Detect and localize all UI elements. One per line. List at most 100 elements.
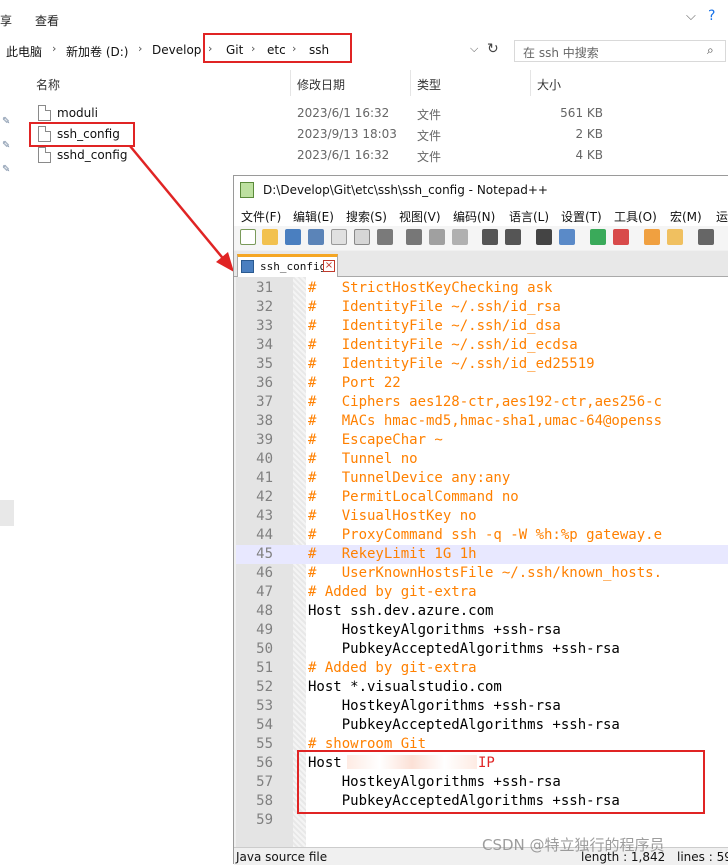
menu-search[interactable]: 搜索(S) bbox=[346, 208, 387, 225]
code-line[interactable]: 41 # TunnelDevice any:any bbox=[236, 469, 728, 488]
code-line[interactable]: 46 # UserKnownHostsFile ~/.ssh/known_host… bbox=[236, 564, 728, 583]
close-all-icon[interactable] bbox=[354, 229, 370, 245]
watermark: CSDN @特立独行的程序员 bbox=[482, 836, 665, 854]
paste-icon[interactable] bbox=[452, 229, 468, 245]
line-number: 40 bbox=[256, 451, 273, 467]
line-number: 53 bbox=[256, 698, 273, 714]
zoom-in-icon[interactable] bbox=[590, 229, 606, 245]
menu-file[interactable]: 文件(F) bbox=[241, 208, 281, 225]
tab-label: ssh_config bbox=[260, 260, 327, 273]
code-line[interactable]: 35 # IdentityFile ~/.ssh/id_ed25519 bbox=[236, 355, 728, 374]
code-line[interactable]: 36 # Port 22 bbox=[236, 374, 728, 393]
line-number: 49 bbox=[256, 622, 273, 638]
line-text: # MACs hmac-md5,hmac-sha1,umac-64@openss bbox=[308, 413, 663, 429]
code-line[interactable]: 33 # IdentityFile ~/.ssh/id_dsa bbox=[236, 317, 728, 336]
line-number: 42 bbox=[256, 489, 273, 505]
menu-tools[interactable]: 工具(O) bbox=[614, 208, 657, 225]
code-line[interactable]: 52 Host *.visualstudio.com bbox=[236, 678, 728, 697]
menu-bar: 文件(F) 编辑(E) 搜索(S) 视图(V) 编码(N) 语言(L) 设置(T… bbox=[234, 204, 728, 226]
line-text: # PermitLocalCommand no bbox=[308, 489, 519, 505]
zoom-out-icon[interactable] bbox=[613, 229, 629, 245]
code-line[interactable]: 38 # MACs hmac-md5,hmac-sha1,umac-64@open… bbox=[236, 412, 728, 431]
line-number: 32 bbox=[256, 299, 273, 315]
code-line[interactable]: 53 HostkeyAlgorithms +ssh-rsa bbox=[236, 697, 728, 716]
code-line[interactable]: 40 # Tunnel no bbox=[236, 450, 728, 469]
code-line[interactable]: 50 PubkeyAcceptedAlgorithms +ssh-rsa bbox=[236, 640, 728, 659]
line-number: 59 bbox=[256, 812, 273, 828]
code-line[interactable]: 45 # RekeyLimit 1G 1h bbox=[236, 545, 728, 564]
line-number: 44 bbox=[256, 527, 273, 543]
line-text: # Port 22 bbox=[308, 375, 401, 391]
window-title: D:\Develop\Git\etc\ssh\ssh_config - Note… bbox=[263, 183, 548, 197]
line-number: 55 bbox=[256, 736, 273, 752]
code-line[interactable]: 49 HostkeyAlgorithms +ssh-rsa bbox=[236, 621, 728, 640]
line-text: # Added by git-extra bbox=[308, 584, 477, 600]
copy-icon[interactable] bbox=[429, 229, 445, 245]
line-text: # UserKnownHostsFile ~/.ssh/known_hosts. bbox=[308, 565, 663, 581]
new-file-icon[interactable] bbox=[240, 229, 256, 245]
line-text: # Added by git-extra bbox=[308, 660, 477, 676]
code-line[interactable]: 51 # Added by git-extra bbox=[236, 659, 728, 678]
menu-language[interactable]: 语言(L) bbox=[509, 208, 549, 225]
line-number: 43 bbox=[256, 508, 273, 524]
sync-horizontal-icon[interactable] bbox=[667, 229, 683, 245]
save-icon[interactable] bbox=[285, 229, 301, 245]
code-line[interactable]: 44 # ProxyCommand ssh -q -W %h:%p gateway… bbox=[236, 526, 728, 545]
line-text: # IdentityFile ~/.ssh/id_ecdsa bbox=[308, 337, 578, 353]
redo-icon[interactable] bbox=[505, 229, 521, 245]
menu-settings[interactable]: 设置(T) bbox=[561, 208, 602, 225]
open-folder-icon[interactable] bbox=[262, 229, 278, 245]
print-icon[interactable] bbox=[377, 229, 393, 245]
word-wrap-icon[interactable] bbox=[698, 229, 714, 245]
menu-encoding[interactable]: 编码(N) bbox=[453, 208, 495, 225]
menu-view[interactable]: 视图(V) bbox=[399, 208, 441, 225]
status-lines: lines : 59 bbox=[677, 850, 728, 864]
line-text: # StrictHostKeyChecking ask bbox=[308, 280, 553, 296]
line-text: HostkeyAlgorithms +ssh-rsa bbox=[308, 622, 561, 638]
sync-vertical-icon[interactable] bbox=[644, 229, 660, 245]
line-text: PubkeyAcceptedAlgorithms +ssh-rsa bbox=[308, 641, 620, 657]
code-line[interactable]: 32 # IdentityFile ~/.ssh/id_rsa bbox=[236, 298, 728, 317]
replace-icon[interactable] bbox=[559, 229, 575, 245]
code-line[interactable]: 54 PubkeyAcceptedAlgorithms +ssh-rsa bbox=[236, 716, 728, 735]
menu-run[interactable]: 运 bbox=[716, 208, 728, 225]
close-file-icon[interactable] bbox=[331, 229, 347, 245]
line-text: PubkeyAcceptedAlgorithms +ssh-rsa bbox=[308, 717, 620, 733]
line-number: 46 bbox=[256, 565, 273, 581]
line-number: 54 bbox=[256, 717, 273, 733]
line-text: # VisualHostKey no bbox=[308, 508, 477, 524]
line-text: # TunnelDevice any:any bbox=[308, 470, 511, 486]
menu-edit[interactable]: 编辑(E) bbox=[293, 208, 334, 225]
annotation-box-host bbox=[297, 750, 705, 814]
line-number: 56 bbox=[256, 755, 273, 771]
cut-icon[interactable] bbox=[406, 229, 422, 245]
code-line[interactable]: 42 # PermitLocalCommand no bbox=[236, 488, 728, 507]
line-number: 39 bbox=[256, 432, 273, 448]
line-number: 31 bbox=[256, 280, 273, 296]
close-tab-icon[interactable]: × bbox=[323, 260, 335, 272]
code-line[interactable]: 43 # VisualHostKey no bbox=[236, 507, 728, 526]
undo-icon[interactable] bbox=[482, 229, 498, 245]
line-number: 48 bbox=[256, 603, 273, 619]
toolbar bbox=[234, 226, 728, 250]
tab-bar: ssh_config × bbox=[234, 251, 728, 277]
title-bar[interactable]: D:\Develop\Git\etc\ssh\ssh_config - Note… bbox=[234, 176, 728, 204]
line-number: 58 bbox=[256, 793, 273, 809]
line-text: # ProxyCommand ssh -q -W %h:%p gateway.e bbox=[308, 527, 663, 543]
menu-macro[interactable]: 宏(M) bbox=[670, 208, 702, 225]
notepad-app-icon bbox=[240, 182, 254, 198]
code-line[interactable]: 39 # EscapeChar ~ bbox=[236, 431, 728, 450]
line-number: 50 bbox=[256, 641, 273, 657]
code-line[interactable]: 48 Host ssh.dev.azure.com bbox=[236, 602, 728, 621]
tab-ssh-config[interactable]: ssh_config × bbox=[237, 254, 338, 277]
find-icon[interactable] bbox=[536, 229, 552, 245]
code-line[interactable]: 34 # IdentityFile ~/.ssh/id_ecdsa bbox=[236, 336, 728, 355]
code-line[interactable]: 47 # Added by git-extra bbox=[236, 583, 728, 602]
line-text: # IdentityFile ~/.ssh/id_rsa bbox=[308, 299, 561, 315]
code-line[interactable]: 31 # StrictHostKeyChecking ask bbox=[236, 279, 728, 298]
status-language: Java source file bbox=[236, 850, 328, 864]
code-line[interactable]: 37 # Ciphers aes128-ctr,aes192-ctr,aes256… bbox=[236, 393, 728, 412]
line-text: # EscapeChar ~ bbox=[308, 432, 443, 448]
save-all-icon[interactable] bbox=[308, 229, 324, 245]
line-text: # Ciphers aes128-ctr,aes192-ctr,aes256-c bbox=[308, 394, 663, 410]
